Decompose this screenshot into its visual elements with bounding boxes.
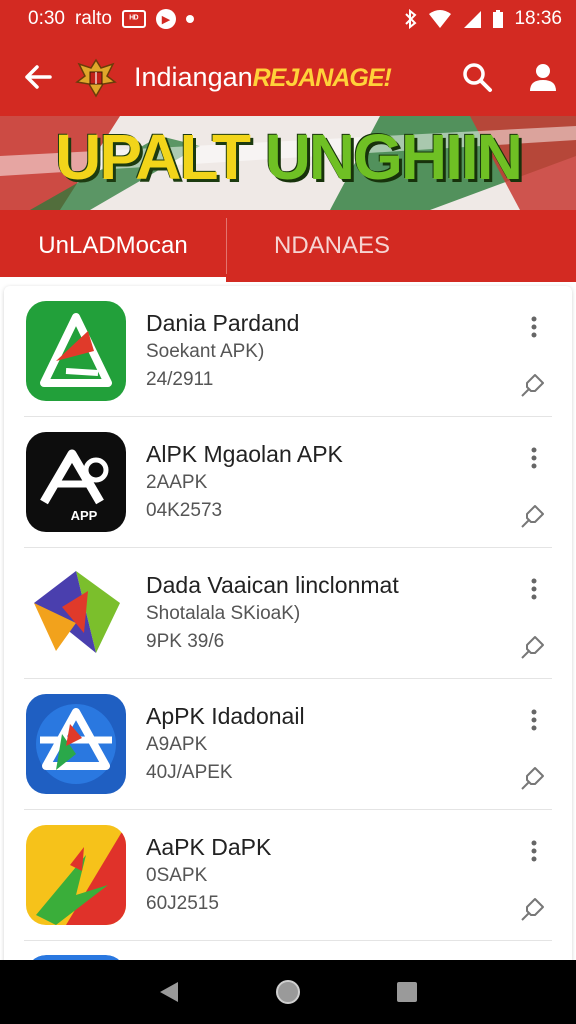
tab-first[interactable]: UnLADMocan (0, 210, 226, 282)
garuda-emblem-icon (72, 53, 120, 101)
app-subtitle: Shotalala SKioaK) (146, 603, 301, 624)
list-item[interactable]: ApPK Idadonail A9APK 40J/APEK (24, 679, 552, 810)
tab-bar: UnLADMocan NDANAES (0, 210, 576, 282)
more-options-button[interactable] (522, 443, 546, 473)
back-button[interactable] (0, 38, 76, 116)
app-icon-black: APP (26, 432, 126, 532)
battery-icon (492, 9, 504, 29)
more-options-button[interactable] (522, 836, 546, 866)
pin-button[interactable] (516, 632, 548, 664)
app-name: ApPK Idadonail (146, 703, 305, 729)
app-subtitle: Soekant APK) (146, 341, 265, 362)
status-time-right: 18:36 (514, 8, 562, 29)
app-meta: 60J2515 (146, 893, 219, 914)
pin-icon (521, 374, 544, 397)
list-item[interactable]: APP AlPK Mgaolan APK 2AAPK 04K2573 (24, 417, 552, 548)
tab-second[interactable]: NDANAES (227, 210, 437, 282)
search-icon (463, 63, 492, 92)
app-meta: 40J/APEK (146, 762, 233, 783)
app-bar: IndianganREJANAGE! (0, 38, 576, 116)
system-nav-bar (0, 960, 576, 1024)
pin-button[interactable] (516, 370, 548, 402)
app-icon-yellow (26, 825, 126, 925)
pin-button[interactable] (516, 501, 548, 533)
app-name: Dania Pardand (146, 310, 300, 336)
more-options-button[interactable] (522, 705, 546, 735)
status-carrier: ralto (74, 8, 112, 29)
more-vert-icon (531, 578, 537, 600)
app-meta: 04K2573 (146, 500, 223, 521)
app-info: AlPK Mgaolan APK 2AAPK 04K2573 (146, 439, 343, 525)
pin-icon (521, 505, 544, 528)
more-vert-icon (531, 840, 537, 862)
banner-headline-part2: UNGHIIN (264, 121, 523, 193)
app-info: ApPK Idadonail A9APK 40J/APEK (146, 701, 305, 787)
app-list: Dania Pardand Soekant APK) 24/2911 APP A… (4, 286, 572, 966)
app-name: AaPK DaPK (146, 834, 272, 860)
banner-headline-part1: UPALT (55, 121, 251, 193)
play-circle-icon: ▶ (155, 9, 176, 29)
app-name: AlPK Mgaolan APK (146, 441, 343, 467)
pin-icon (521, 898, 544, 921)
more-vert-icon (531, 316, 537, 338)
person-icon (530, 64, 556, 91)
banner-headline: UPALT UNGHIIN (0, 120, 576, 194)
signal-icon (462, 9, 482, 29)
list-item[interactable]: AaPK DaPK 0SAPK 60J2515 (24, 810, 552, 941)
more-vert-icon (531, 709, 537, 731)
nav-home-button[interactable] (264, 968, 312, 1016)
app-title: IndianganREJANAGE! (134, 61, 392, 93)
hd-badge-icon: ᴴᴰ (121, 10, 146, 28)
list-item[interactable]: Dania Pardand Soekant APK) 24/2911 (24, 286, 552, 417)
nav-home-circle-icon (275, 980, 300, 1004)
app-subtitle: 2AAPK (146, 472, 208, 493)
more-vert-icon (531, 447, 537, 469)
app-title-plain: Indiangan (134, 61, 253, 92)
more-options-button[interactable] (522, 312, 546, 342)
app-icon-multicolor (26, 563, 126, 663)
pin-button[interactable] (516, 763, 548, 795)
nav-back-button[interactable] (145, 968, 193, 1016)
app-meta: 24/2911 (146, 369, 214, 390)
status-bar: 0:30 ralto ᴴᴰ ▶ 18:36 (0, 0, 576, 38)
app-bar-actions (444, 38, 576, 116)
app-icon-green (26, 301, 126, 401)
promo-banner[interactable]: UPALT UNGHIIN (0, 116, 576, 210)
app-title-accent: REJANAGE! (252, 63, 392, 92)
status-time-left: 0:30 (28, 8, 65, 29)
app-subtitle: A9APK (146, 734, 208, 755)
app-meta: 9PK 39/6 (146, 631, 225, 652)
nav-recents-square-icon (396, 982, 417, 1002)
app-subtitle: 0SAPK (146, 865, 208, 886)
app-name: Dada Vaaican linclonmat (146, 572, 399, 598)
pin-button[interactable] (516, 894, 548, 926)
pin-icon (521, 636, 544, 659)
more-options-button[interactable] (522, 574, 546, 604)
app-info: AaPK DaPK 0SAPK 60J2515 (146, 832, 271, 918)
bluetooth-icon (404, 9, 418, 29)
list-item[interactable]: Dada Vaaican linclonmat Shotalala SKioaK… (24, 548, 552, 679)
nav-recents-button[interactable] (383, 968, 431, 1016)
app-info: Dania Pardand Soekant APK) 24/2911 (146, 308, 299, 394)
notification-dot-icon (185, 15, 194, 23)
wifi-icon (428, 9, 452, 29)
back-arrow-icon (25, 65, 52, 89)
account-button[interactable] (510, 38, 576, 116)
pin-icon (521, 767, 544, 790)
app-info: Dada Vaaican linclonmat Shotalala SKioaK… (146, 570, 399, 656)
app-icon-blue (26, 694, 126, 794)
nav-back-triangle-icon (160, 982, 179, 1002)
app-icon-label: APP (71, 508, 98, 523)
search-button[interactable] (444, 38, 510, 116)
